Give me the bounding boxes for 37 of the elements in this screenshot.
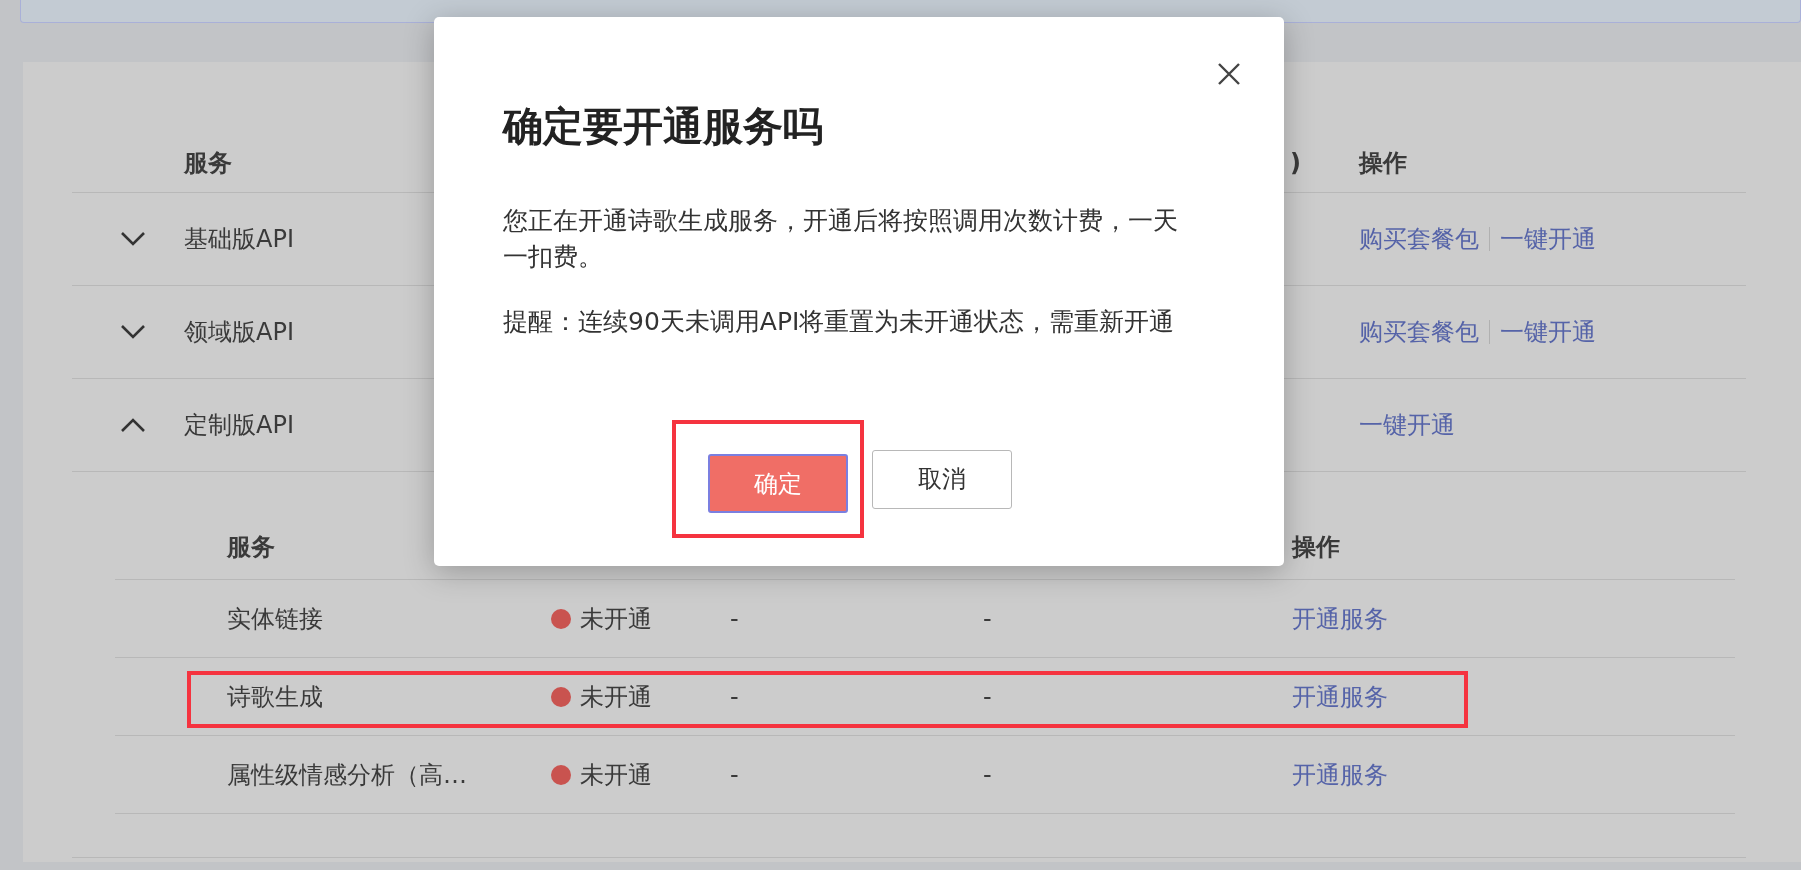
table-cell: - xyxy=(730,760,739,789)
action-link[interactable]: 开通服务 xyxy=(1292,680,1388,713)
column-header: 操作 xyxy=(1359,148,1407,179)
dialog-text: 提醒：连续90天未调用API将重置为未开通状态，需重新开通 xyxy=(503,306,1176,338)
status-text: 未开通 xyxy=(580,603,652,635)
action-link[interactable]: 一键开通 xyxy=(1359,409,1455,441)
table-cell: - xyxy=(983,604,992,633)
dialog-text: 您正在开通诗歌生成服务，开通后将按照调用次数计费，一天一扣费。 xyxy=(503,205,1179,273)
action-link[interactable]: 开通服务 xyxy=(1292,758,1388,791)
action-link[interactable]: 开通服务 xyxy=(1292,602,1388,635)
dialog-title: 确定要开通服务吗 xyxy=(503,102,824,150)
table-cell-text: 领域版API xyxy=(184,317,294,348)
table-cell-text: 基础版API xyxy=(184,224,294,255)
status-text: 未开通 xyxy=(580,681,652,713)
action-link[interactable]: 购买套餐包 xyxy=(1359,223,1479,255)
column-header: 服务 xyxy=(184,148,232,179)
confirm-button[interactable]: 确定 xyxy=(708,454,848,513)
table-cell-text: 定制版API xyxy=(184,410,294,441)
chevron-down-icon[interactable] xyxy=(120,324,146,340)
table-cell: - xyxy=(730,604,739,633)
table-cell-text: 实体链接 xyxy=(227,603,323,635)
status-text: 未开通 xyxy=(580,759,652,791)
table-cell-text: 诗歌生成 xyxy=(227,681,323,713)
table-cell: - xyxy=(983,760,992,789)
action-link[interactable]: 一键开通 xyxy=(1500,223,1596,255)
chevron-down-icon[interactable] xyxy=(120,231,146,247)
chevron-up-icon[interactable] xyxy=(120,417,146,433)
table-cell: - xyxy=(983,682,992,711)
table-cell-text: 属性级情感分析（高… xyxy=(227,759,467,791)
action-link[interactable]: 购买套餐包 xyxy=(1359,316,1479,348)
cancel-button[interactable]: 取消 xyxy=(872,449,1012,509)
column-header: ) xyxy=(1290,149,1301,177)
close-icon[interactable] xyxy=(1217,62,1241,86)
action-link[interactable]: 一键开通 xyxy=(1500,316,1596,348)
table-cell: - xyxy=(730,682,739,711)
column-header: 操作 xyxy=(1292,532,1340,563)
column-header: 服务 xyxy=(227,532,275,563)
